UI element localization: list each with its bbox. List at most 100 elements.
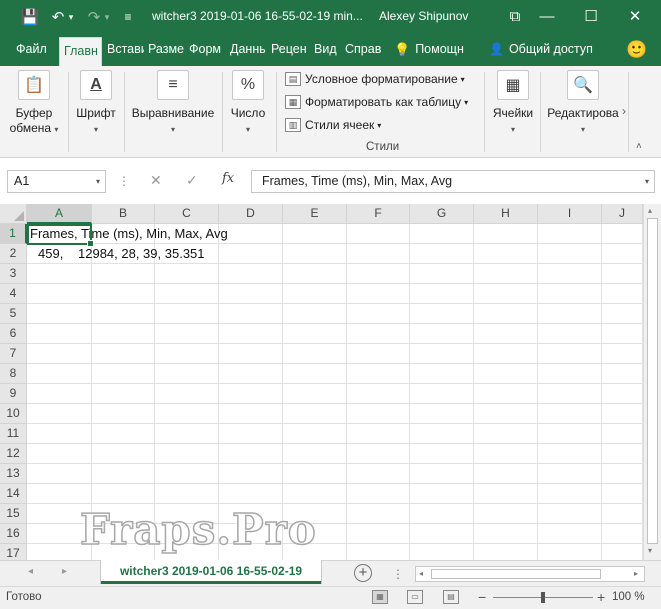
row-header-14[interactable]: 14: [0, 484, 27, 504]
user-name[interactable]: Alexey Shipunov: [379, 9, 468, 23]
vertical-scrollbar[interactable]: ▴ ▾: [643, 204, 661, 560]
row-header-8[interactable]: 8: [0, 364, 27, 384]
cell-d8[interactable]: [219, 364, 283, 384]
maximize-icon[interactable]: ☐: [576, 4, 606, 28]
cell-f16[interactable]: [347, 524, 410, 544]
row-header-7[interactable]: 7: [0, 344, 27, 364]
cell-i3[interactable]: [538, 264, 602, 284]
cell-a14[interactable]: [27, 484, 92, 504]
cell-f9[interactable]: [347, 384, 410, 404]
cell-d2[interactable]: [219, 244, 283, 264]
cell-c5[interactable]: [155, 304, 219, 324]
cell-g12[interactable]: [410, 444, 474, 464]
cancel-icon[interactable]: ✕: [150, 172, 162, 189]
row-header-5[interactable]: 5: [0, 304, 27, 324]
normal-view-icon[interactable]: ▦: [372, 590, 388, 604]
ribbon-display-icon[interactable]: ⧉: [500, 4, 530, 28]
cell-f17[interactable]: [347, 544, 410, 560]
cell-e11[interactable]: [283, 424, 347, 444]
cell-i2[interactable]: [538, 244, 602, 264]
cell-d5[interactable]: [219, 304, 283, 324]
enter-icon[interactable]: ✓: [186, 172, 198, 189]
alignment-group[interactable]: ≡ Выравнивание ▾: [128, 70, 218, 137]
cell-h16[interactable]: [474, 524, 538, 544]
cell-g10[interactable]: [410, 404, 474, 424]
cell-e3[interactable]: [283, 264, 347, 284]
cell-e5[interactable]: [283, 304, 347, 324]
column-header-j[interactable]: J: [602, 204, 643, 224]
tab-home[interactable]: Главн: [59, 37, 102, 66]
cell-e4[interactable]: [283, 284, 347, 304]
cell-c10[interactable]: [155, 404, 219, 424]
cell-f1[interactable]: [347, 224, 410, 244]
save-icon[interactable]: 💾: [20, 7, 40, 27]
cell-f14[interactable]: [347, 484, 410, 504]
column-header-a[interactable]: A: [27, 204, 92, 224]
cell-b8[interactable]: [92, 364, 155, 384]
cell-i14[interactable]: [538, 484, 602, 504]
cell-b12[interactable]: [92, 444, 155, 464]
cell-c6[interactable]: [155, 324, 219, 344]
cell-b6[interactable]: [92, 324, 155, 344]
cell-f6[interactable]: [347, 324, 410, 344]
cell-a4[interactable]: [27, 284, 92, 304]
row-header-1[interactable]: 1: [0, 224, 27, 244]
tab-page-layout[interactable]: Разме: [148, 33, 184, 66]
redo-icon[interactable]: ↷: [86, 7, 102, 27]
tab-data[interactable]: Данны: [230, 33, 266, 66]
formula-bar-resize-handle[interactable]: ⋮: [118, 174, 130, 188]
close-icon[interactable]: ✕: [620, 4, 650, 28]
cell-i1[interactable]: [538, 224, 602, 244]
cell-c9[interactable]: [155, 384, 219, 404]
cell-c13[interactable]: [155, 464, 219, 484]
cell-d7[interactable]: [219, 344, 283, 364]
cell-j2[interactable]: [602, 244, 643, 264]
cell-h9[interactable]: [474, 384, 538, 404]
cell-g15[interactable]: [410, 504, 474, 524]
cell-g7[interactable]: [410, 344, 474, 364]
insert-function-icon[interactable]: fx: [222, 171, 234, 186]
cell-b14[interactable]: [92, 484, 155, 504]
cell-d3[interactable]: [219, 264, 283, 284]
customize-toolbar-icon[interactable]: ≡: [120, 7, 136, 27]
cell-d12[interactable]: [219, 444, 283, 464]
cell-b4[interactable]: [92, 284, 155, 304]
cell-a11[interactable]: [27, 424, 92, 444]
cell-f5[interactable]: [347, 304, 410, 324]
format-as-table-button[interactable]: ▦ Форматировать как таблицу ▾: [285, 92, 468, 112]
cell-g3[interactable]: [410, 264, 474, 284]
undo-icon[interactable]: ↶: [50, 7, 66, 27]
cell-f7[interactable]: [347, 344, 410, 364]
zoom-slider-thumb[interactable]: [541, 592, 545, 603]
cell-d14[interactable]: [219, 484, 283, 504]
cell-e8[interactable]: [283, 364, 347, 384]
cell-j1[interactable]: [602, 224, 643, 244]
cell-i13[interactable]: [538, 464, 602, 484]
tab-formulas[interactable]: Форм: [189, 33, 224, 66]
cell-j14[interactable]: [602, 484, 643, 504]
column-header-b[interactable]: B: [92, 204, 155, 224]
cell-i17[interactable]: [538, 544, 602, 560]
cell-h15[interactable]: [474, 504, 538, 524]
cell-j17[interactable]: [602, 544, 643, 560]
cell-i5[interactable]: [538, 304, 602, 324]
clipboard-group[interactable]: 📋 Буфер обмена ▾: [6, 70, 62, 137]
cell-h11[interactable]: [474, 424, 538, 444]
row-header-10[interactable]: 10: [0, 404, 27, 424]
undo-dropdown-icon[interactable]: ▾: [66, 7, 76, 27]
zoom-out-button[interactable]: −: [478, 589, 486, 605]
cell-d11[interactable]: [219, 424, 283, 444]
sheet-nav-next-icon[interactable]: ▸: [62, 566, 67, 577]
cell-i15[interactable]: [538, 504, 602, 524]
cell-e13[interactable]: [283, 464, 347, 484]
cell-g1[interactable]: [410, 224, 474, 244]
cell-i8[interactable]: [538, 364, 602, 384]
cell-f4[interactable]: [347, 284, 410, 304]
vertical-scroll-thumb[interactable]: [647, 218, 658, 544]
more-options-icon[interactable]: ⋮: [392, 567, 405, 581]
cell-g8[interactable]: [410, 364, 474, 384]
cell-f13[interactable]: [347, 464, 410, 484]
cell-j9[interactable]: [602, 384, 643, 404]
cell-j12[interactable]: [602, 444, 643, 464]
scroll-down-icon[interactable]: ▾: [648, 546, 652, 555]
